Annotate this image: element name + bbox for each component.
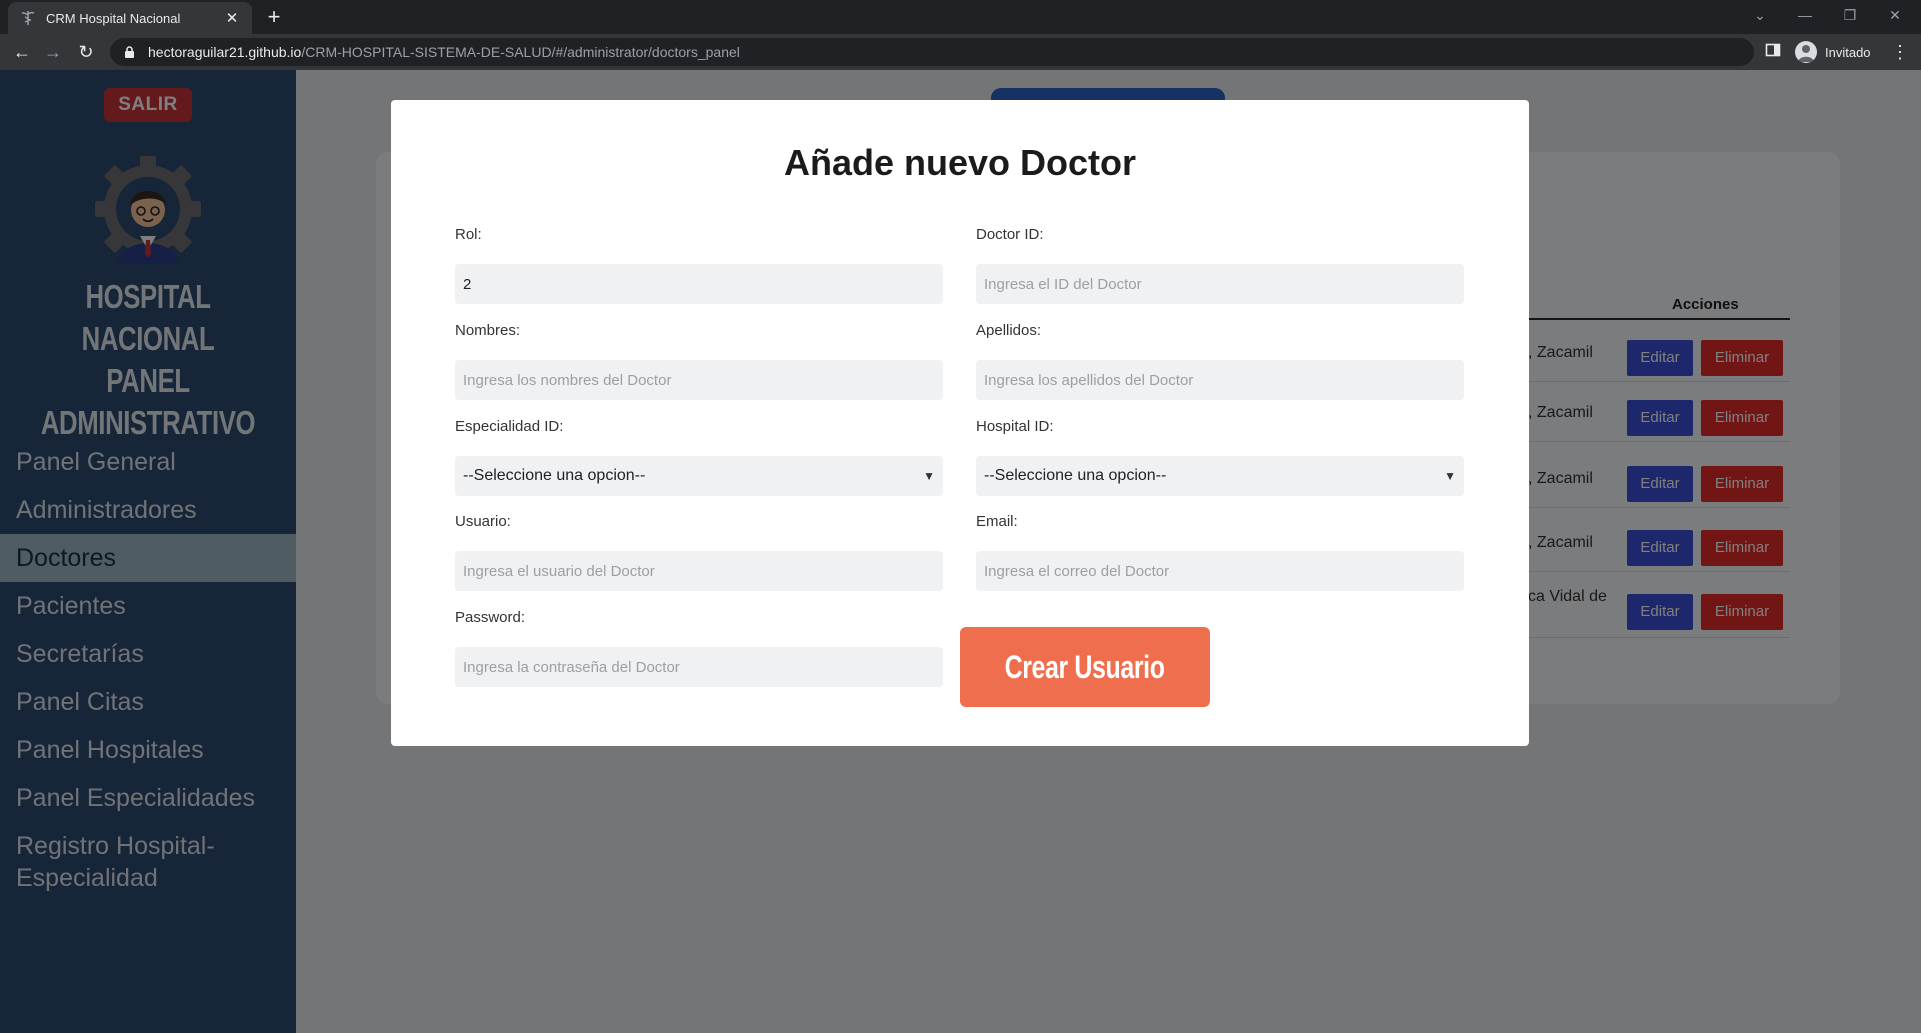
forward-icon[interactable]: → <box>39 38 67 66</box>
page: SALIR <box>0 70 1921 1033</box>
password-field: Password: Ingresa la contraseña del Doct… <box>455 609 943 687</box>
hospital-select[interactable]: --Seleccione una opcion-- ▼ <box>976 456 1464 496</box>
apellidos-input[interactable]: Ingresa los apellidos del Doctor <box>976 360 1464 400</box>
browser-tabstrip: CRM Hospital Nacional ✕ + ⌄ — ❐ ✕ <box>0 0 1921 34</box>
especialidad-label: Especialidad ID: <box>455 418 564 435</box>
add-doctor-modal: Añade nuevo Doctor Rol: 2 Doctor ID: Ing… <box>391 100 1529 746</box>
nombres-input[interactable]: Ingresa los nombres del Doctor <box>455 360 943 400</box>
doctor-id-label: Doctor ID: <box>976 226 1044 243</box>
url-host: hectoraguilar21.github.io <box>148 44 302 60</box>
rol-input[interactable]: 2 <box>455 264 943 304</box>
nombres-label: Nombres: <box>455 322 521 339</box>
new-tab-icon[interactable]: + <box>260 4 288 32</box>
address-bar[interactable]: hectoraguilar21.github.io/CRM-HOSPITAL-S… <box>110 38 1754 66</box>
profile-button[interactable]: Invitado <box>1795 38 1871 66</box>
back-icon[interactable]: ← <box>8 38 36 66</box>
doctor-id-field: Doctor ID: Ingresa el ID del Doctor <box>976 226 1464 304</box>
email-input[interactable]: Ingresa el correo del Doctor <box>976 551 1464 591</box>
email-placeholder: Ingresa el correo del Doctor <box>984 562 1170 580</box>
apellidos-field: Apellidos: Ingresa los apellidos del Doc… <box>976 322 1464 400</box>
rol-value: 2 <box>463 275 472 293</box>
url-path: /CRM-HOSPITAL-SISTEMA-DE-SALUD/#/adminis… <box>301 44 740 60</box>
minimize-icon[interactable]: — <box>1785 0 1825 30</box>
modal-title: Añade nuevo Doctor <box>783 142 1137 183</box>
nombres-placeholder: Ingresa los nombres del Doctor <box>463 371 672 389</box>
browser-tab[interactable]: CRM Hospital Nacional ✕ <box>8 2 252 34</box>
apellidos-placeholder: Ingresa los apellidos del Doctor <box>984 371 1194 389</box>
especialidad-field: Especialidad ID: --Seleccione una opcion… <box>455 418 943 496</box>
reload-icon[interactable]: ↻ <box>72 38 100 66</box>
chevron-down-icon: ▼ <box>1444 469 1456 483</box>
email-field: Email: Ingresa el correo del Doctor <box>976 513 1464 591</box>
avatar-icon <box>1795 41 1817 63</box>
side-panel-icon[interactable] <box>1765 42 1785 62</box>
tab-search-icon[interactable]: ⌄ <box>1740 0 1780 30</box>
chevron-down-icon: ▼ <box>923 469 935 483</box>
email-label: Email: <box>976 513 1018 530</box>
hospital-field: Hospital ID: --Seleccione una opcion-- ▼ <box>976 418 1464 496</box>
rol-label: Rol: <box>455 226 482 243</box>
menu-kebab-icon[interactable]: ⋮ <box>1890 38 1910 66</box>
especialidad-selected: --Seleccione una opcion-- <box>463 467 646 484</box>
create-user-button[interactable]: Crear Usuario <box>960 627 1210 707</box>
hospital-selected: --Seleccione una opcion-- <box>984 467 1167 484</box>
rol-field: Rol: 2 <box>455 226 943 304</box>
usuario-field: Usuario: Ingresa el usuario del Doctor <box>455 513 943 591</box>
usuario-input[interactable]: Ingresa el usuario del Doctor <box>455 551 943 591</box>
password-placeholder: Ingresa la contraseña del Doctor <box>463 658 680 676</box>
profile-label: Invitado <box>1825 44 1871 60</box>
usuario-placeholder: Ingresa el usuario del Doctor <box>463 562 655 580</box>
apellidos-label: Apellidos: <box>976 322 1042 339</box>
password-label: Password: <box>455 609 526 626</box>
tab-title: CRM Hospital Nacional <box>46 10 181 26</box>
nombres-field: Nombres: Ingresa los nombres del Doctor <box>455 322 943 400</box>
window-close-icon[interactable]: ✕ <box>1875 0 1915 30</box>
browser-toolbar: ← → ↻ hectoraguilar21.github.io/CRM-HOSP… <box>0 34 1921 70</box>
lock-icon <box>124 45 138 59</box>
especialidad-select[interactable]: --Seleccione una opcion-- ▼ <box>455 456 943 496</box>
doctor-id-input[interactable]: Ingresa el ID del Doctor <box>976 264 1464 304</box>
create-user-label: Crear Usuario <box>1004 649 1165 685</box>
doctor-id-placeholder: Ingresa el ID del Doctor <box>984 275 1142 293</box>
usuario-label: Usuario: <box>455 513 511 530</box>
tab-close-icon[interactable]: ✕ <box>224 9 240 27</box>
caduceus-icon <box>20 10 36 26</box>
hospital-label: Hospital ID: <box>976 418 1054 435</box>
password-input[interactable]: Ingresa la contraseña del Doctor <box>455 647 943 687</box>
restore-icon[interactable]: ❐ <box>1830 0 1870 30</box>
